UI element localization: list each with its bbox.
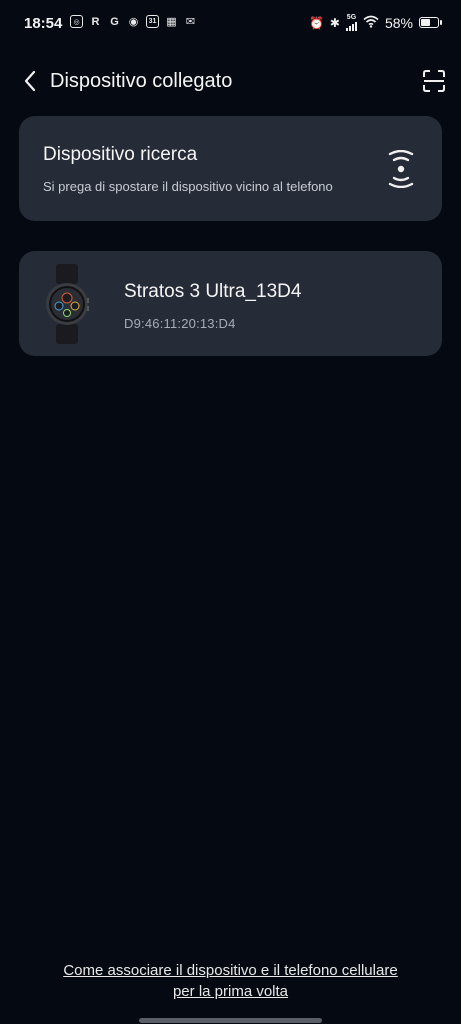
device-list-item[interactable]: Stratos 3 Ultra_13D4 D9:46:11:20:13:D4 — [19, 251, 442, 356]
page-title: Dispositivo collegato — [50, 70, 233, 92]
help-link-line-1: Come associare il dispositivo e il telef… — [63, 962, 398, 979]
mobile-signal-icon: 5G — [345, 14, 357, 31]
back-button[interactable] — [16, 66, 44, 96]
help-link-line-2: per la prima volta — [172, 983, 289, 1000]
home-indicator[interactable] — [139, 1018, 322, 1023]
r-app-icon: R — [91, 15, 100, 28]
signal-bars-icon — [345, 21, 357, 31]
device-mac-address: D9:46:11:20:13:D4 — [124, 316, 236, 331]
gmail-icon: ✉ — [185, 16, 196, 28]
wifi-icon — [363, 15, 379, 31]
pairing-help-link[interactable]: Come associare il dispositivo e il telef… — [0, 960, 461, 1002]
status-right: ⏰ ✱ 5G 58% — [308, 14, 442, 31]
instagram-icon: ◎ — [70, 15, 83, 28]
alarm-icon: ⏰ — [308, 15, 324, 30]
battery-percent: 58% — [384, 14, 413, 31]
scan-icon — [423, 70, 445, 92]
battery-level — [421, 19, 431, 26]
scan-qr-button[interactable] — [421, 68, 447, 94]
network-type-label: 5G — [346, 14, 357, 21]
device-name: Stratos 3 Ultra_13D4 — [124, 281, 302, 302]
search-subtitle: Si prega di spostare il dispositivo vici… — [43, 179, 333, 194]
chevron-left-icon — [24, 70, 36, 92]
search-device-card[interactable]: Dispositivo ricerca Si prega di spostare… — [19, 116, 442, 221]
radar-search-icon — [388, 150, 414, 188]
search-title: Dispositivo ricerca — [43, 144, 198, 165]
calendar-icon: 31 — [146, 15, 159, 28]
status-bar: 18:54 ◎ R G ◉ 31 ▦ ✉ ⏰ ✱ 5G 58% — [0, 0, 461, 46]
calendar-day-icon: ▦ — [166, 16, 177, 28]
chrome-icon: ◉ — [128, 16, 139, 28]
google-icon: G — [110, 15, 119, 28]
header: Dispositivo collegato — [0, 56, 461, 106]
status-time: 18:54 — [24, 15, 63, 32]
notification-icons: ◎ R G ◉ 31 ▦ ✉ — [70, 15, 197, 28]
battery-icon — [419, 17, 442, 28]
smartwatch-image — [46, 264, 89, 344]
bluetooth-icon: ✱ — [329, 15, 340, 30]
